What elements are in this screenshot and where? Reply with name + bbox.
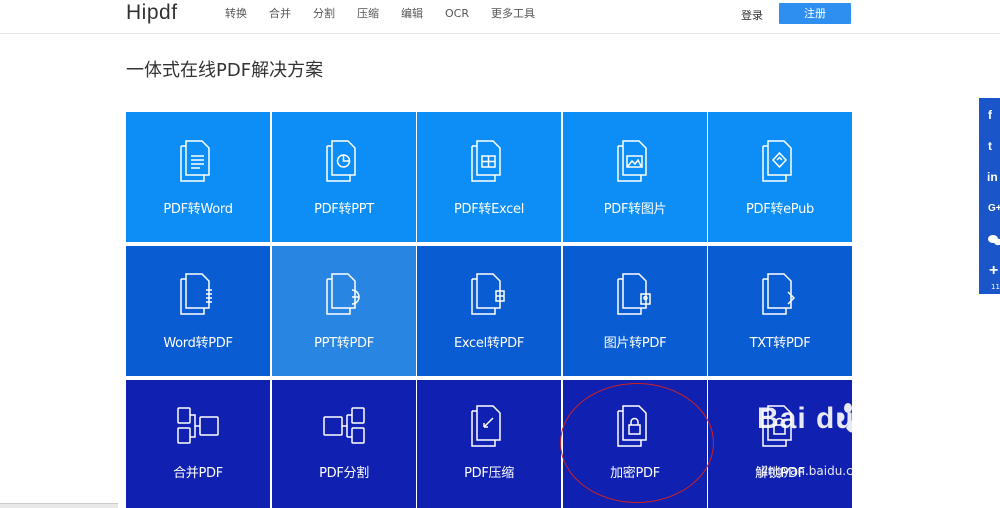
tile-label: 合并PDF: [173, 466, 223, 481]
tile-label: TXT转PDF: [749, 336, 811, 351]
tile-label: PDF转图片: [603, 202, 667, 217]
nav-merge[interactable]: 合并: [269, 7, 291, 21]
pdf-to-image-icon: [617, 140, 647, 182]
nav-more-tools[interactable]: 更多工具: [491, 7, 535, 21]
social-share-bar: f t in G+ + 11: [979, 98, 1000, 294]
split-icon: [323, 407, 365, 444]
tile-label: PPT转PDF: [314, 336, 374, 351]
baidu-watermark: Bai du 经验 jingyan.baidu.com: [752, 398, 952, 488]
tile-label: PDF转Word: [163, 202, 233, 217]
tile-label: 图片转PDF: [603, 336, 667, 351]
word-to-pdf-icon: [180, 273, 212, 315]
main-nav: 转换 合并 分割 压缩 编辑 OCR 更多工具: [225, 7, 557, 21]
ppt-to-pdf-icon: [326, 273, 360, 315]
tile-label: PDF转Excel: [453, 202, 525, 217]
watermark-url: jingyan.baidu.com: [761, 464, 872, 478]
pdf-to-ppt-icon: [326, 140, 356, 182]
tile-word-to-pdf[interactable]: Word转PDF: [126, 246, 270, 376]
tile-merge-pdf[interactable]: 合并PDF: [126, 380, 270, 508]
tile-pdf-to-excel[interactable]: PDF转Excel: [417, 112, 561, 242]
tile-pdf-to-image[interactable]: PDF转图片: [563, 112, 707, 242]
tile-label: PDF压缩: [464, 466, 514, 481]
pdf-to-word-icon: [180, 140, 210, 182]
top-navbar: Hipdf 转换 合并 分割 压缩 编辑 OCR 更多工具 登录 注册: [0, 0, 1000, 34]
jingyan-text: 经验: [870, 424, 915, 449]
pdf-to-excel-icon: [471, 140, 501, 182]
nav-split[interactable]: 分割: [313, 7, 335, 21]
highlight-circle: [560, 383, 714, 503]
tile-ppt-to-pdf[interactable]: PPT转PDF: [272, 246, 416, 376]
tile-label: Excel转PDF: [453, 336, 525, 351]
google-plus-icon[interactable]: G+: [979, 193, 1000, 224]
twitter-icon[interactable]: t: [979, 131, 1000, 162]
tile-pdf-to-epub[interactable]: PDF转ePub: [708, 112, 852, 242]
status-strip: [0, 503, 118, 508]
tile-label: PDF转ePub: [745, 202, 815, 217]
tile-pdf-to-ppt[interactable]: PDF转PPT: [272, 112, 416, 242]
tile-compress-pdf[interactable]: PDF压缩: [417, 380, 561, 508]
nav-edit[interactable]: 编辑: [401, 7, 423, 21]
excel-to-pdf-icon: [471, 273, 505, 315]
txt-to-pdf-icon: [762, 273, 796, 315]
baidu-logo-text: Bai du: [757, 402, 855, 435]
login-link[interactable]: 登录: [741, 7, 763, 23]
nav-convert[interactable]: 转换: [225, 7, 247, 21]
linkedin-icon[interactable]: in: [979, 162, 1000, 193]
tile-label: Word转PDF: [163, 336, 233, 351]
hipdf-logo[interactable]: Hipdf: [126, 1, 178, 25]
tile-txt-to-pdf[interactable]: TXT转PDF: [708, 246, 852, 376]
nav-compress[interactable]: 压缩: [357, 7, 379, 21]
pdf-to-epub-icon: [762, 140, 792, 182]
merge-icon: [177, 407, 219, 444]
tile-label: PDF分割: [319, 466, 369, 481]
share-more-icon[interactable]: +: [979, 255, 1000, 286]
register-button[interactable]: 注册: [779, 3, 851, 24]
tile-image-to-pdf[interactable]: 图片转PDF: [563, 246, 707, 376]
image-to-pdf-icon: [617, 273, 651, 315]
tile-excel-to-pdf[interactable]: Excel转PDF: [417, 246, 561, 376]
share-count: 11: [991, 283, 1000, 291]
tile-pdf-to-word[interactable]: PDF转Word: [126, 112, 270, 242]
compress-icon: [471, 405, 501, 447]
nav-ocr[interactable]: OCR: [445, 7, 469, 21]
tile-split-pdf[interactable]: PDF分割: [272, 380, 416, 508]
wechat-icon[interactable]: [979, 224, 1000, 255]
facebook-icon[interactable]: f: [979, 100, 1000, 131]
page-title: 一体式在线PDF解决方案: [126, 60, 324, 81]
tile-label: PDF转PPT: [314, 202, 374, 217]
